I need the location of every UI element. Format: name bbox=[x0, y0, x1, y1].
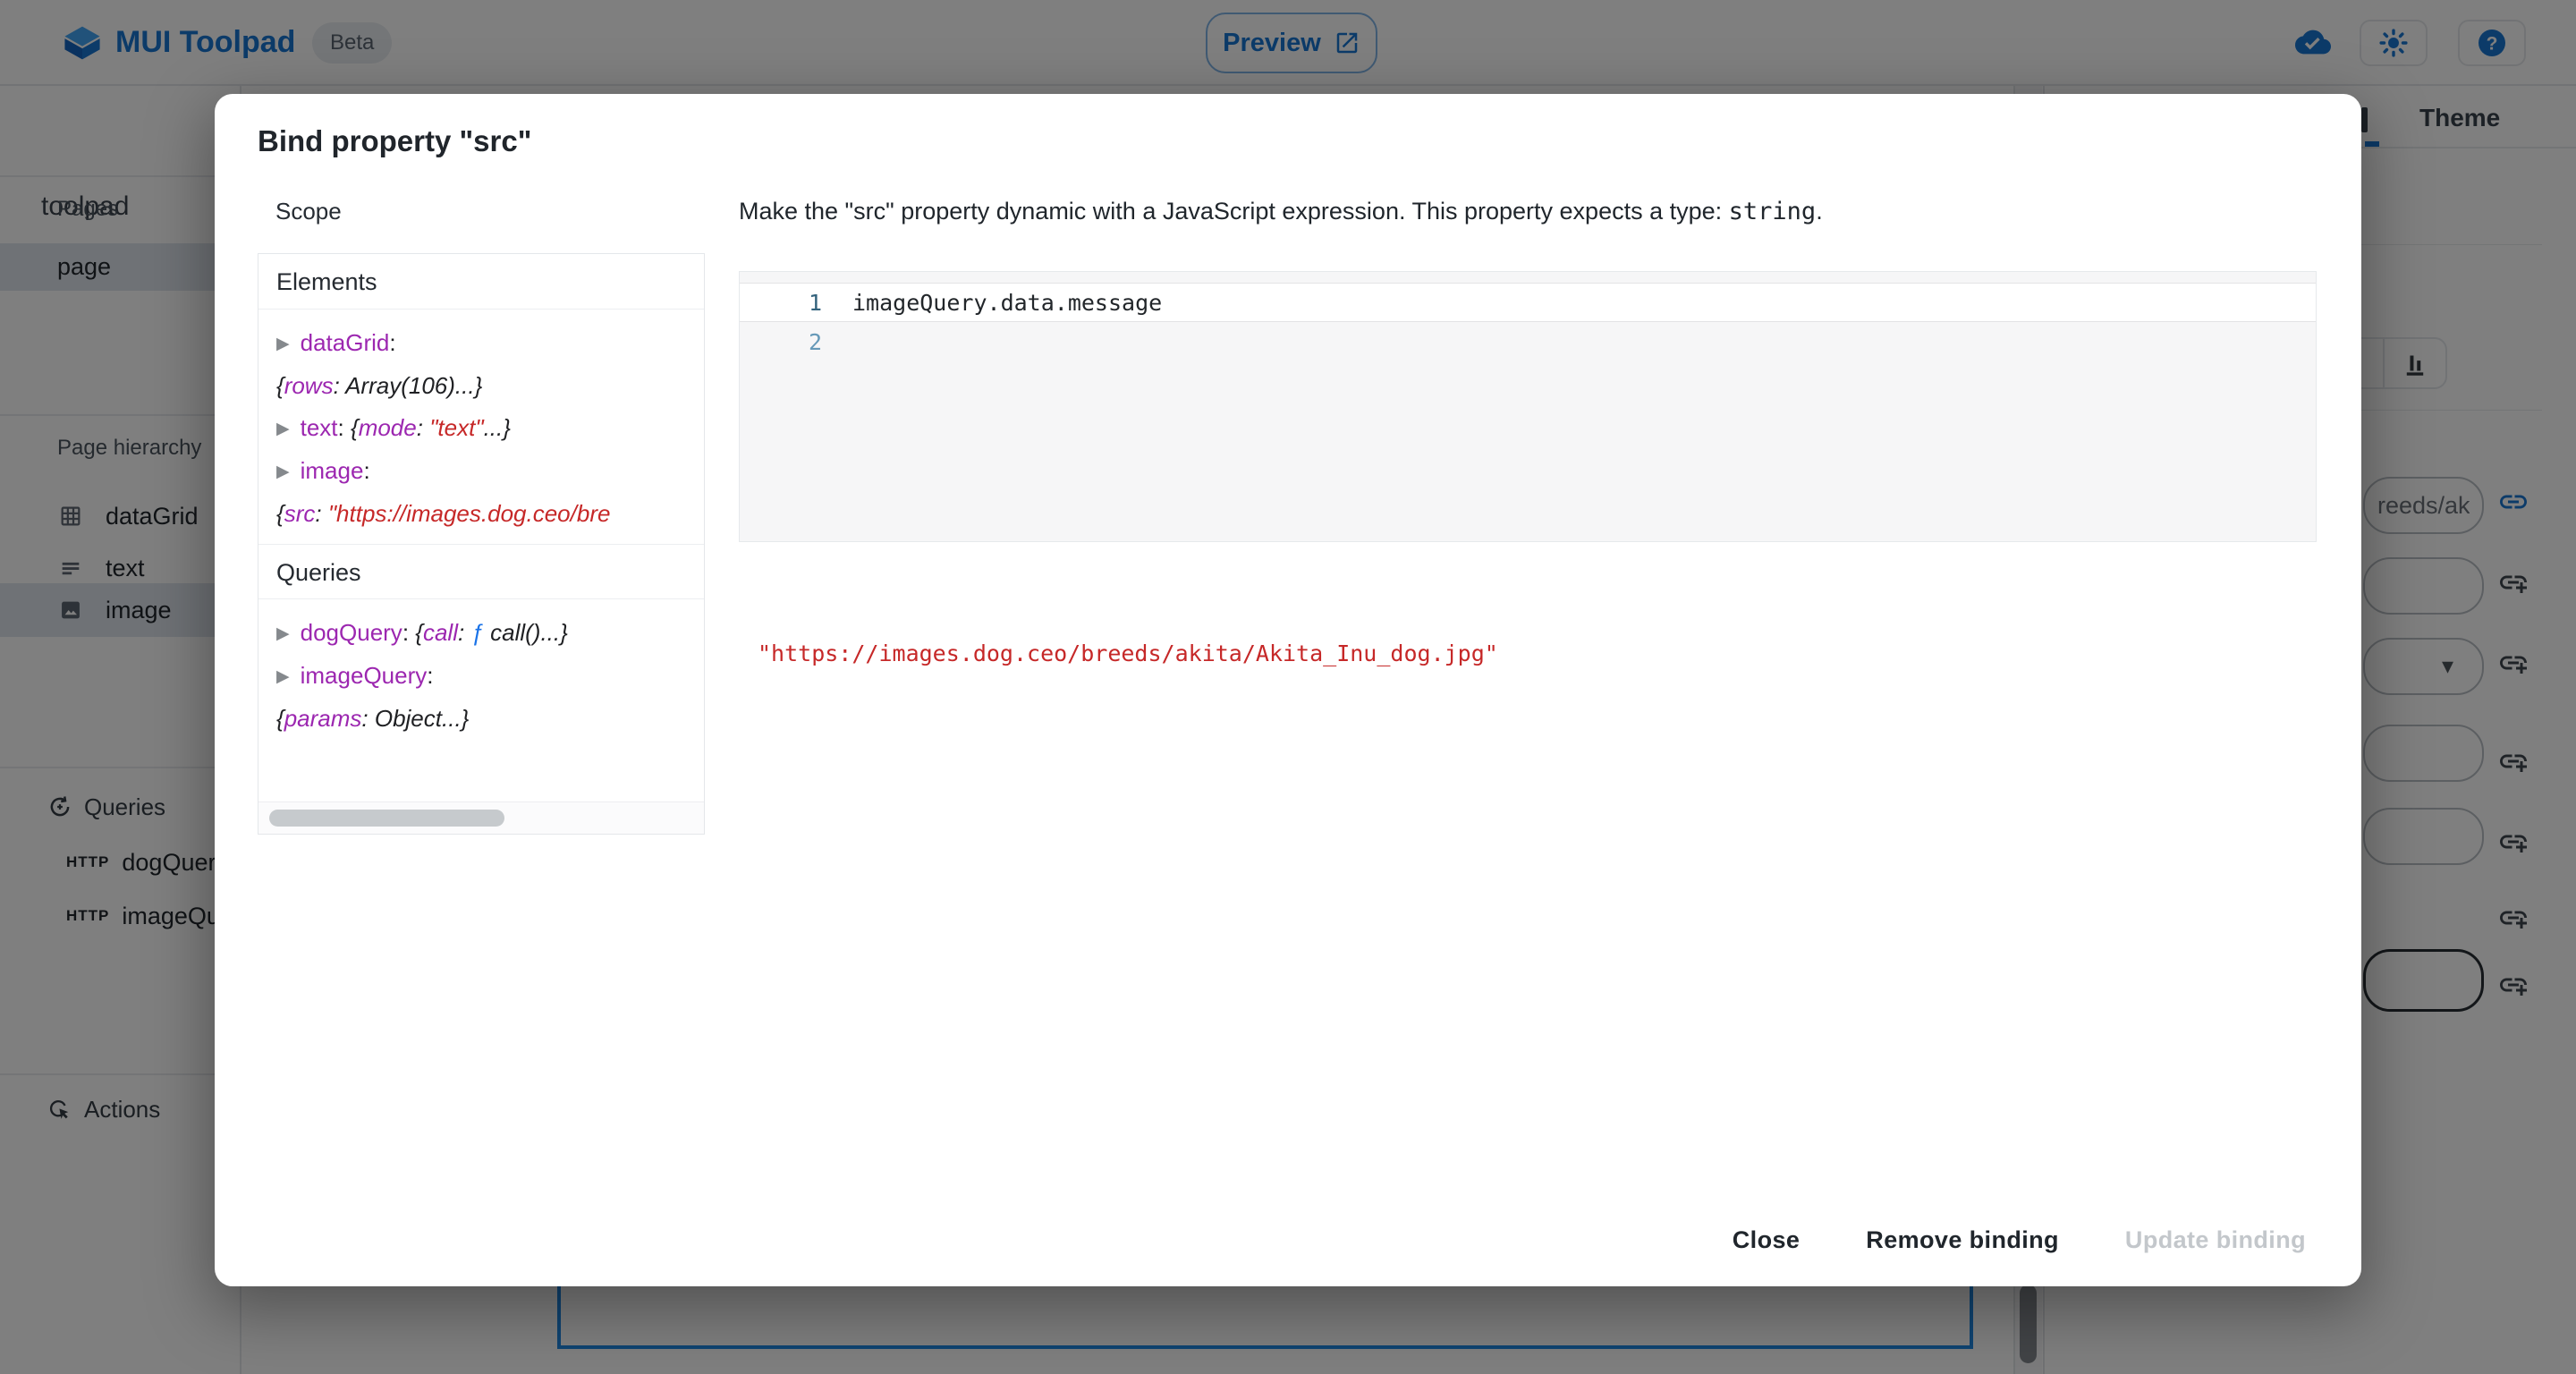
scope-browser: Elements ▶dataGrid: {rows: Array(106)...… bbox=[258, 253, 705, 835]
dialog-description: Make the "src" property dynamic with a J… bbox=[739, 198, 2313, 225]
editor-line[interactable]: 1 imageQuery.data.message bbox=[740, 283, 2316, 322]
evaluated-result: "https://images.dog.ceo/breeds/akita/Aki… bbox=[758, 640, 1498, 666]
queries-header: Queries bbox=[258, 544, 704, 599]
scope-tree-row[interactable]: {params: Object...} bbox=[276, 698, 704, 740]
dialog-actions: Close Remove binding Update binding bbox=[1711, 1215, 2327, 1265]
scope-tree-row[interactable]: ▶dogQuery: {call: ƒ call()...} bbox=[276, 612, 704, 655]
expand-arrow-icon[interactable]: ▶ bbox=[276, 613, 290, 655]
scope-tree-row[interactable]: ▶text: {mode: "text"...} bbox=[276, 407, 704, 450]
remove-binding-button[interactable]: Remove binding bbox=[1844, 1215, 2080, 1265]
expand-arrow-icon[interactable]: ▶ bbox=[276, 408, 290, 450]
scope-hscrollbar-thumb[interactable] bbox=[269, 810, 504, 827]
type-token: string bbox=[1729, 198, 1817, 225]
elements-header: Elements bbox=[258, 254, 704, 310]
editor-code: imageQuery.data.message bbox=[847, 290, 1162, 316]
scope-tree-row[interactable]: {src: "https://images.dog.ceo/bre bbox=[276, 493, 704, 535]
expand-arrow-icon[interactable]: ▶ bbox=[276, 656, 290, 698]
bind-property-dialog: Bind property "src" Scope Elements ▶data… bbox=[215, 94, 2361, 1286]
expand-arrow-icon[interactable]: ▶ bbox=[276, 323, 290, 365]
js-expression-editor[interactable]: 1 imageQuery.data.message 2 bbox=[739, 271, 2317, 542]
expand-arrow-icon[interactable]: ▶ bbox=[276, 451, 290, 493]
dialog-title: Bind property "src" bbox=[258, 124, 531, 158]
scope-tree-row[interactable]: ▶imageQuery: bbox=[276, 655, 704, 698]
queries-tree: ▶dogQuery: {call: ƒ call()...} ▶imageQue… bbox=[258, 599, 704, 749]
line-number: 1 bbox=[740, 290, 847, 316]
scope-tree-row[interactable]: ▶image: bbox=[276, 450, 704, 493]
scope-hscrollbar[interactable] bbox=[258, 802, 704, 834]
editor-line[interactable]: 2 bbox=[740, 322, 2316, 361]
elements-tree: ▶dataGrid: {rows: Array(106)...} ▶text: … bbox=[258, 310, 704, 544]
line-number: 2 bbox=[740, 329, 847, 355]
close-button[interactable]: Close bbox=[1711, 1215, 1822, 1265]
scope-tree-row[interactable]: {rows: Array(106)...} bbox=[276, 365, 704, 407]
scope-label: Scope bbox=[275, 198, 342, 225]
scope-tree-row[interactable]: ▶dataGrid: bbox=[276, 322, 704, 365]
update-binding-button[interactable]: Update binding bbox=[2104, 1215, 2327, 1265]
